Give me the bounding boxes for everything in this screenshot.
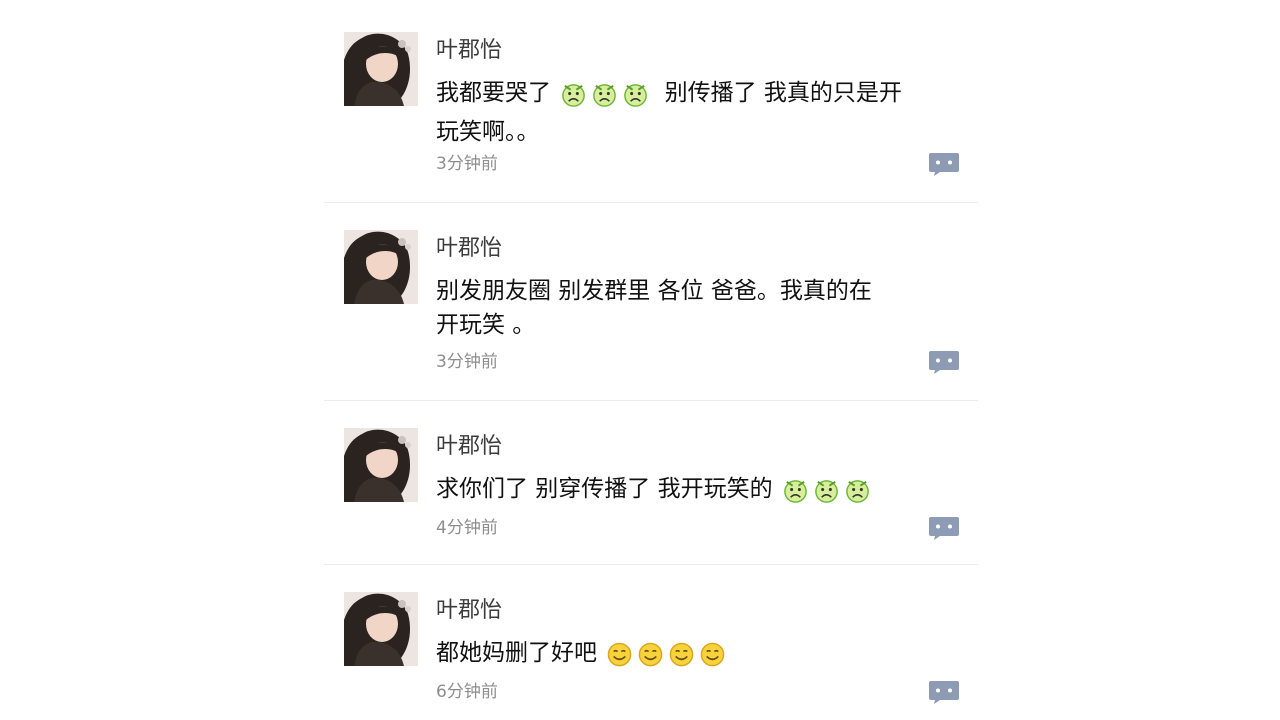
- comment-text: 别发朋友圈 别发群里 各位 爸爸。我真的在 开玩笑 。: [436, 274, 966, 342]
- crying-face-emoji-icon: [784, 480, 807, 503]
- comment-text-line: 都她妈删了好吧: [436, 640, 597, 666]
- comment-text-line: 求你们了 别穿传播了 我开玩笑的: [436, 476, 773, 502]
- avatar[interactable]: [344, 428, 418, 502]
- emoji-group: [782, 477, 875, 511]
- avatar[interactable]: [344, 230, 418, 304]
- comment-text: 都她妈删了好吧: [436, 636, 966, 675]
- timestamp: 3分钟前: [436, 154, 498, 174]
- comment-text-line: 别发朋友圈 别发群里 各位 爸爸。我真的在: [436, 278, 872, 304]
- commenter-name[interactable]: 叶郡怡: [436, 236, 502, 262]
- emoji-group: [560, 81, 653, 115]
- timestamp: 3分钟前: [436, 352, 498, 372]
- crying-face-emoji-icon: [593, 84, 617, 107]
- comment-text-line: 玩笑啊。。: [436, 119, 540, 145]
- comment-bubble-icon[interactable]: [928, 679, 960, 705]
- comment-item: 叶郡怡 别发朋友圈 别发群里 各位 爸爸。我真的在 开玩笑 。 3分钟前: [324, 204, 978, 401]
- timestamp: 4分钟前: [436, 518, 498, 538]
- comment-text: 我都要哭了 别传播了 我真的只是开 玩笑啊。。: [436, 76, 966, 149]
- smiling-face-emoji-icon: [639, 642, 663, 667]
- emoji-group: [606, 641, 730, 675]
- comment-text-line: 我都要哭了: [436, 80, 551, 106]
- timestamp: 6分钟前: [436, 682, 498, 702]
- avatar[interactable]: [344, 32, 418, 106]
- comment-text: 求你们了 别穿传播了 我开玩笑的: [436, 472, 966, 511]
- comment-feed: 叶郡怡 我都要哭了 别传播了 我真的只是开 玩笑啊。。 3分钟前 叶郡怡 别发朋…: [324, 8, 978, 720]
- avatar[interactable]: [344, 592, 418, 666]
- smiling-face-emoji-icon: [608, 642, 632, 667]
- comment-item: 叶郡怡 都她妈删了好吧 6分钟前: [324, 566, 978, 720]
- comment-bubble-icon[interactable]: [928, 515, 960, 541]
- comment-bubble-icon[interactable]: [928, 151, 960, 177]
- commenter-name[interactable]: 叶郡怡: [436, 598, 502, 624]
- commenter-name[interactable]: 叶郡怡: [436, 38, 502, 64]
- comment-item: 叶郡怡 我都要哭了 别传播了 我真的只是开 玩笑啊。。 3分钟前: [324, 8, 978, 203]
- comment-text-line: 别传播了 我真的只是开: [664, 80, 902, 106]
- crying-face-emoji-icon: [624, 84, 648, 107]
- comment-text-line: 开玩笑 。: [436, 312, 536, 338]
- crying-face-emoji-icon: [815, 480, 838, 503]
- crying-face-emoji-icon: [846, 480, 869, 503]
- comment-item: 叶郡怡 求你们了 别穿传播了 我开玩笑的 4分钟前: [324, 402, 978, 565]
- crying-face-emoji-icon: [562, 84, 586, 107]
- smiling-face-emoji-icon: [670, 642, 694, 667]
- comment-bubble-icon[interactable]: [928, 349, 960, 375]
- commenter-name[interactable]: 叶郡怡: [436, 434, 502, 460]
- smiling-face-emoji-icon: [701, 642, 725, 667]
